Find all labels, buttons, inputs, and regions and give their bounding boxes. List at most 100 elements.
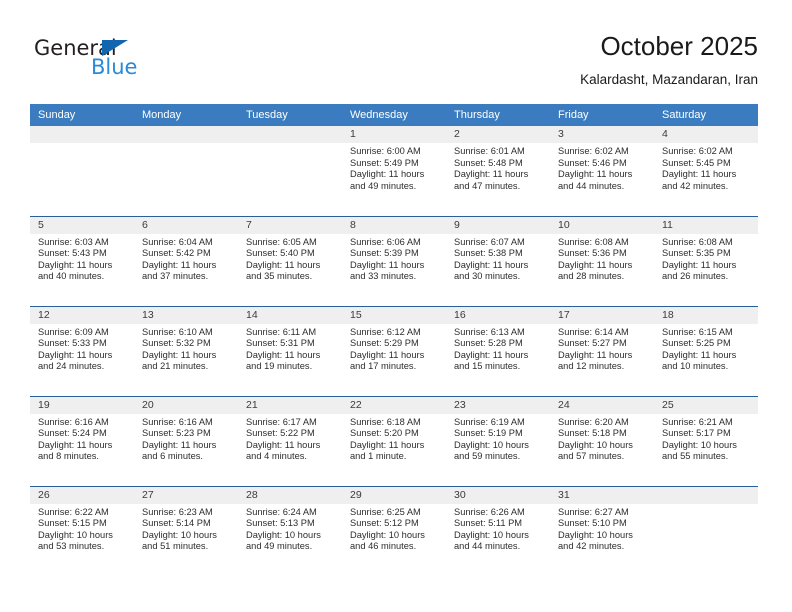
calendar-day-cell[interactable] (30, 126, 134, 216)
calendar-day-cell[interactable]: 2 Sunrise: 6:01 AM Sunset: 5:48 PM Dayli… (446, 126, 550, 216)
daylight-text-line1: Daylight: 11 hours (350, 349, 425, 360)
daylight-text-line1: Daylight: 11 hours (662, 349, 737, 360)
day-number: 11 (654, 216, 758, 234)
sunrise-text: Sunrise: 6:05 AM (246, 236, 317, 247)
sunset-text: Sunset: 5:11 PM (454, 518, 523, 529)
sunset-text: Sunset: 5:28 PM (454, 338, 523, 349)
calendar-day-cell[interactable]: 9 Sunrise: 6:07 AM Sunset: 5:38 PM Dayli… (446, 215, 550, 306)
daylight-text-line1: Daylight: 11 hours (558, 259, 633, 270)
calendar-day-cell[interactable]: 19 Sunrise: 6:16 AM Sunset: 5:24 PM Dayl… (30, 395, 134, 486)
sunset-text: Sunset: 5:29 PM (350, 338, 419, 349)
day-number: 8 (342, 216, 446, 234)
sunset-text: Sunset: 5:46 PM (558, 157, 627, 168)
daylight-text-line1: Daylight: 11 hours (246, 439, 321, 450)
daylight-text-line2: and 44 minutes. (558, 180, 625, 191)
calendar-day-cell[interactable]: 29 Sunrise: 6:25 AM Sunset: 5:12 PM Dayl… (342, 485, 446, 576)
day-number (30, 126, 134, 143)
day-number: 22 (342, 396, 446, 414)
calendar-day-cell[interactable]: 6 Sunrise: 6:04 AM Sunset: 5:42 PM Dayli… (134, 215, 238, 306)
daylight-text-line1: Daylight: 11 hours (558, 169, 633, 180)
calendar-day-cell[interactable]: 24 Sunrise: 6:20 AM Sunset: 5:18 PM Dayl… (550, 395, 654, 486)
day-number: 7 (238, 216, 342, 234)
day-number (134, 126, 238, 143)
calendar-day-cell[interactable]: 11 Sunrise: 6:08 AM Sunset: 5:35 PM Dayl… (654, 215, 758, 306)
sunrise-text: Sunrise: 6:22 AM (38, 506, 109, 517)
general-blue-logo: General Blue (34, 36, 204, 88)
calendar-day-cell[interactable]: 4 Sunrise: 6:02 AM Sunset: 5:45 PM Dayli… (654, 126, 758, 216)
calendar-day-cell[interactable]: 5 Sunrise: 6:03 AM Sunset: 5:43 PM Dayli… (30, 215, 134, 306)
sunset-text: Sunset: 5:17 PM (662, 428, 731, 439)
day-info: Sunrise: 6:22 AM Sunset: 5:15 PM Dayligh… (30, 504, 134, 553)
daylight-text-line1: Daylight: 10 hours (558, 529, 633, 540)
day-info: Sunrise: 6:02 AM Sunset: 5:45 PM Dayligh… (654, 143, 758, 192)
sunset-text: Sunset: 5:12 PM (350, 518, 419, 529)
calendar-day-cell[interactable]: 26 Sunrise: 6:22 AM Sunset: 5:15 PM Dayl… (30, 485, 134, 576)
weekday-header-wednesday: Wednesday (342, 104, 446, 126)
weekday-header-thursday: Thursday (446, 104, 550, 126)
day-info: Sunrise: 6:07 AM Sunset: 5:38 PM Dayligh… (446, 234, 550, 283)
calendar-day-cell[interactable]: 1 Sunrise: 6:00 AM Sunset: 5:49 PM Dayli… (342, 126, 446, 216)
calendar-day-cell[interactable]: 20 Sunrise: 6:16 AM Sunset: 5:23 PM Dayl… (134, 395, 238, 486)
calendar-day-cell[interactable]: 12 Sunrise: 6:09 AM Sunset: 5:33 PM Dayl… (30, 305, 134, 396)
calendar-day-cell[interactable]: 10 Sunrise: 6:08 AM Sunset: 5:36 PM Dayl… (550, 215, 654, 306)
day-info: Sunrise: 6:00 AM Sunset: 5:49 PM Dayligh… (342, 143, 446, 192)
daylight-text-line1: Daylight: 11 hours (246, 259, 321, 270)
day-info: Sunrise: 6:27 AM Sunset: 5:10 PM Dayligh… (550, 504, 654, 553)
sunset-text: Sunset: 5:13 PM (246, 518, 315, 529)
calendar-day-cell[interactable]: 15 Sunrise: 6:12 AM Sunset: 5:29 PM Dayl… (342, 305, 446, 396)
daylight-text-line1: Daylight: 10 hours (142, 529, 217, 540)
calendar-day-cell[interactable]: 7 Sunrise: 6:05 AM Sunset: 5:40 PM Dayli… (238, 215, 342, 306)
sunset-text: Sunset: 5:20 PM (350, 428, 419, 439)
weekday-header-saturday: Saturday (654, 104, 758, 126)
sunrise-text: Sunrise: 6:06 AM (350, 236, 421, 247)
calendar-day-cell[interactable] (238, 126, 342, 216)
sunrise-text: Sunrise: 6:15 AM (662, 326, 733, 337)
sunset-text: Sunset: 5:49 PM (350, 157, 419, 168)
daylight-text-line2: and 51 minutes. (142, 541, 209, 552)
sunrise-text: Sunrise: 6:00 AM (350, 146, 421, 156)
daylight-text-line1: Daylight: 11 hours (246, 349, 321, 360)
sunrise-text: Sunrise: 6:04 AM (142, 236, 213, 247)
day-info: Sunrise: 6:16 AM Sunset: 5:23 PM Dayligh… (134, 414, 238, 463)
daylight-text-line2: and 42 minutes. (662, 180, 729, 191)
calendar-day-cell[interactable]: 3 Sunrise: 6:02 AM Sunset: 5:46 PM Dayli… (550, 126, 654, 216)
day-info: Sunrise: 6:14 AM Sunset: 5:27 PM Dayligh… (550, 324, 654, 373)
calendar-day-cell[interactable]: 18 Sunrise: 6:15 AM Sunset: 5:25 PM Dayl… (654, 305, 758, 396)
calendar-day-cell[interactable]: 30 Sunrise: 6:26 AM Sunset: 5:11 PM Dayl… (446, 485, 550, 576)
calendar-day-cell[interactable]: 14 Sunrise: 6:11 AM Sunset: 5:31 PM Dayl… (238, 305, 342, 396)
calendar-day-cell[interactable]: 16 Sunrise: 6:13 AM Sunset: 5:28 PM Dayl… (446, 305, 550, 396)
daylight-text-line2: and 10 minutes. (662, 361, 729, 372)
day-info: Sunrise: 6:18 AM Sunset: 5:20 PM Dayligh… (342, 414, 446, 463)
sunset-text: Sunset: 5:43 PM (38, 248, 107, 259)
calendar-day-cell[interactable]: 21 Sunrise: 6:17 AM Sunset: 5:22 PM Dayl… (238, 395, 342, 486)
calendar-day-cell[interactable]: 25 Sunrise: 6:21 AM Sunset: 5:17 PM Dayl… (654, 395, 758, 486)
calendar-day-cell[interactable]: 23 Sunrise: 6:19 AM Sunset: 5:19 PM Dayl… (446, 395, 550, 486)
sunset-text: Sunset: 5:18 PM (558, 428, 627, 439)
day-number: 15 (342, 306, 446, 324)
day-number (654, 486, 758, 504)
day-info: Sunrise: 6:15 AM Sunset: 5:25 PM Dayligh… (654, 324, 758, 373)
weekday-header-sunday: Sunday (30, 104, 134, 126)
calendar-day-cell[interactable]: 17 Sunrise: 6:14 AM Sunset: 5:27 PM Dayl… (550, 305, 654, 396)
calendar-day-cell[interactable]: 27 Sunrise: 6:23 AM Sunset: 5:14 PM Dayl… (134, 485, 238, 576)
sunrise-text: Sunrise: 6:10 AM (142, 326, 213, 337)
daylight-text-line2: and 24 minutes. (38, 361, 105, 372)
day-number: 23 (446, 396, 550, 414)
calendar-day-cell[interactable] (134, 126, 238, 216)
day-number: 14 (238, 306, 342, 324)
page-title: October 2025 (600, 31, 758, 61)
calendar-day-cell[interactable]: 8 Sunrise: 6:06 AM Sunset: 5:39 PM Dayli… (342, 215, 446, 306)
sunset-text: Sunset: 5:27 PM (558, 338, 627, 349)
day-info: Sunrise: 6:13 AM Sunset: 5:28 PM Dayligh… (446, 324, 550, 373)
calendar-day-cell[interactable]: 13 Sunrise: 6:10 AM Sunset: 5:32 PM Dayl… (134, 305, 238, 396)
day-number: 30 (446, 486, 550, 504)
logo-triangle-icon (102, 40, 128, 56)
day-number: 17 (550, 306, 654, 324)
daylight-text-line1: Daylight: 11 hours (350, 439, 425, 450)
calendar-day-cell[interactable]: 22 Sunrise: 6:18 AM Sunset: 5:20 PM Dayl… (342, 395, 446, 486)
calendar-day-cell[interactable] (654, 485, 758, 576)
calendar-day-cell[interactable]: 28 Sunrise: 6:24 AM Sunset: 5:13 PM Dayl… (238, 485, 342, 576)
day-number: 9 (446, 216, 550, 234)
daylight-text-line2: and 1 minute. (350, 451, 407, 462)
calendar-day-cell[interactable]: 31 Sunrise: 6:27 AM Sunset: 5:10 PM Dayl… (550, 485, 654, 576)
